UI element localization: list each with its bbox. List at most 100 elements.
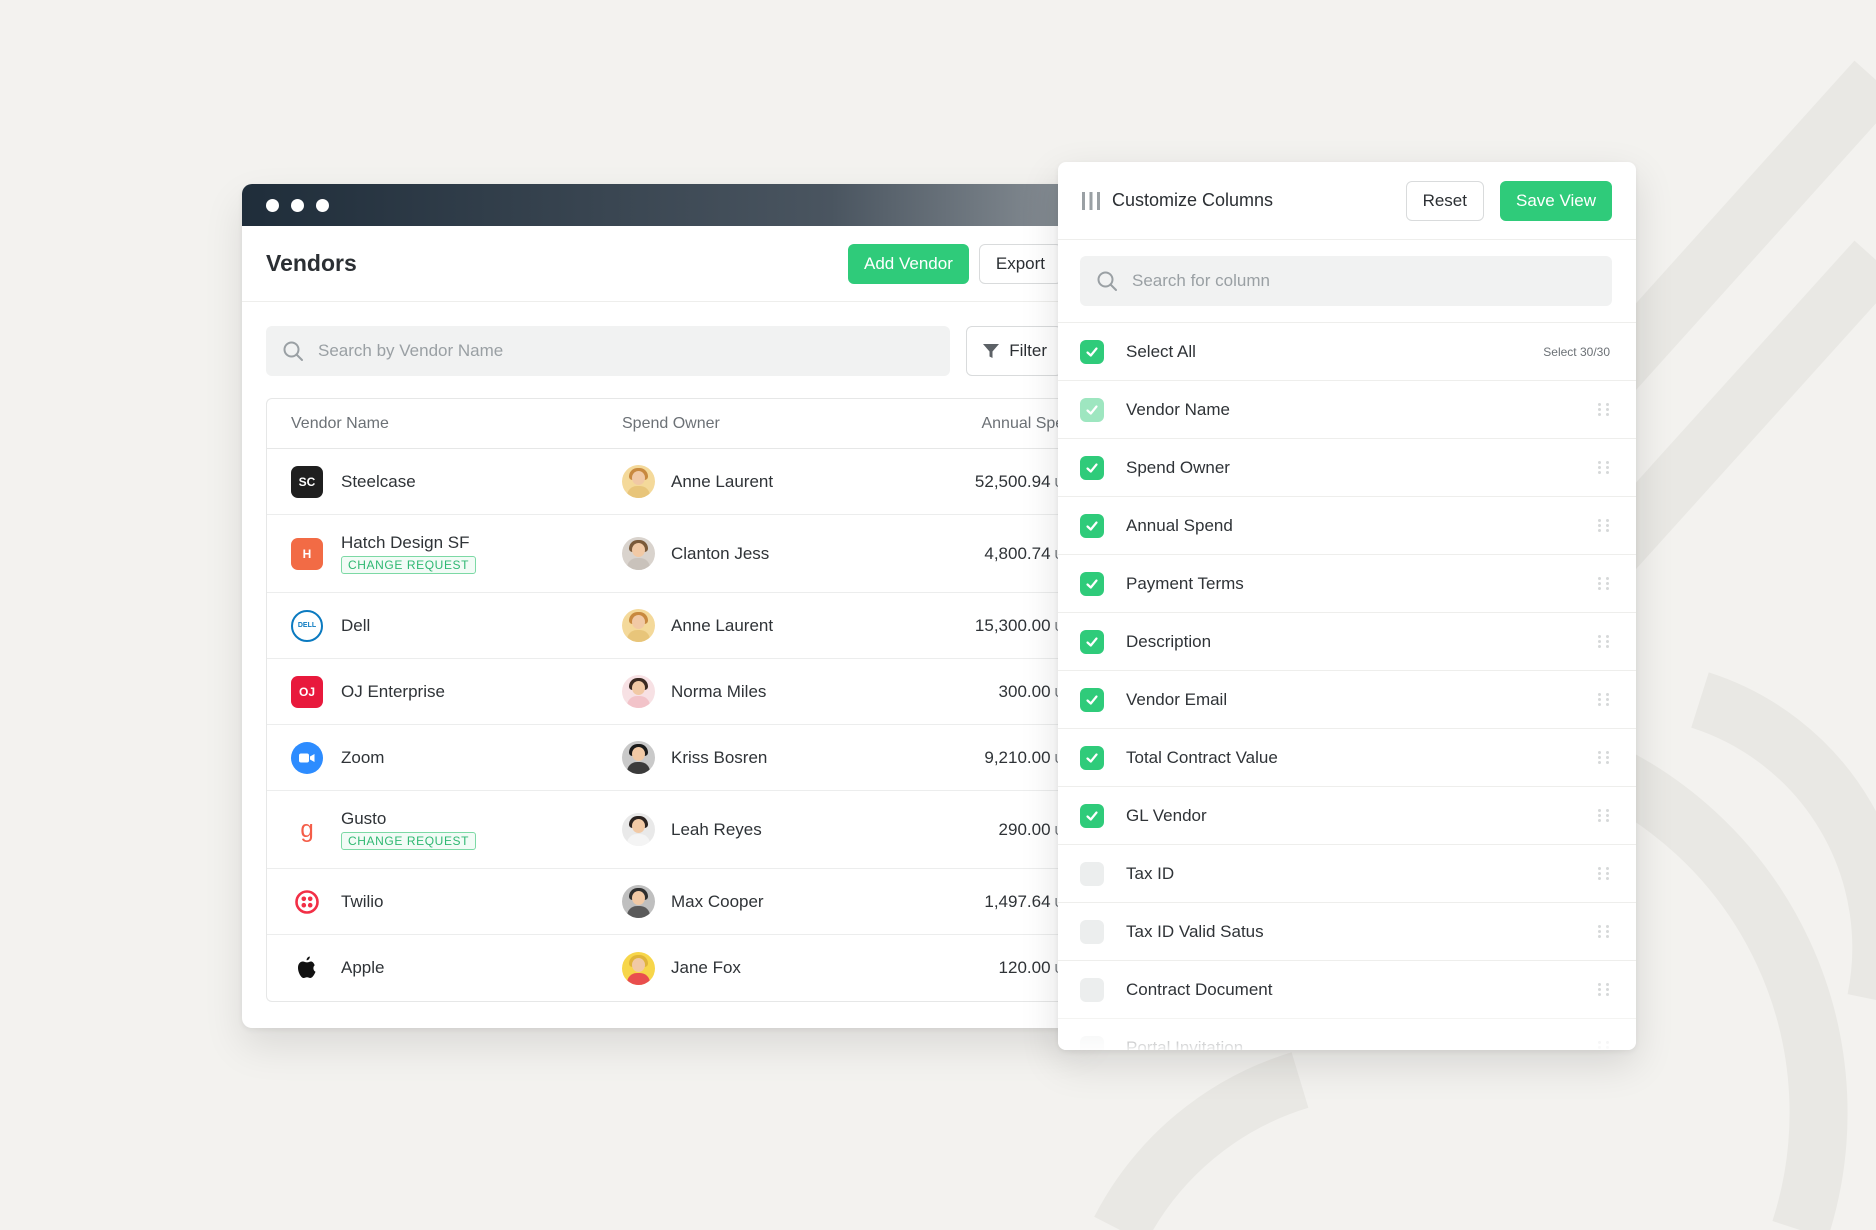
column-header-vendor-name[interactable]: Vendor Name xyxy=(267,415,622,433)
owner-cell: Clanton Jess xyxy=(622,537,862,570)
vendor-cell: Twilio xyxy=(267,885,622,918)
column-checkbox[interactable] xyxy=(1080,571,1104,596)
vendor-search-input[interactable]: Search by Vendor Name xyxy=(266,326,951,376)
avatar xyxy=(622,537,655,570)
column-option-label: Annual Spend xyxy=(1126,515,1233,535)
spend-cell: 15,300.00USD xyxy=(862,616,1084,636)
avatar xyxy=(622,675,655,708)
table-row[interactable]: SC Steelcase Anne Laurent 52,500.94USD xyxy=(267,449,1084,515)
vendor-name[interactable]: OJ Enterprise xyxy=(341,682,445,702)
window-dot-maximize[interactable] xyxy=(316,198,329,212)
drag-handle-icon[interactable] xyxy=(1598,807,1610,825)
logo-text: SC xyxy=(298,474,316,489)
drag-handle-icon[interactable] xyxy=(1598,517,1610,535)
drag-handle-icon[interactable] xyxy=(1598,865,1610,883)
table-row[interactable]: g Gusto CHANGE REQUEST Leah Reyes 290.00… xyxy=(267,791,1084,869)
filter-label: Filter xyxy=(1009,341,1047,360)
vendor-name[interactable]: Dell xyxy=(341,616,370,636)
drag-handle-icon[interactable] xyxy=(1598,575,1610,593)
search-icon xyxy=(283,341,303,361)
column-checkbox[interactable] xyxy=(1080,861,1104,886)
column-checkbox[interactable] xyxy=(1080,977,1104,1002)
table-row[interactable]: OJ OJ Enterprise Norma Miles 300.00USD xyxy=(267,659,1084,725)
vendor-name[interactable]: Twilio xyxy=(341,892,384,912)
drag-handle-icon[interactable] xyxy=(1598,749,1610,767)
table-row[interactable]: Apple Jane Fox 120.00USD xyxy=(267,935,1084,1001)
column-checkbox[interactable] xyxy=(1080,687,1104,712)
window-dot-minimize[interactable] xyxy=(291,198,304,212)
spend-cell: 4,800.74USD xyxy=(862,544,1084,564)
owner-name: Max Cooper xyxy=(671,891,764,911)
owner-name: Kriss Bosren xyxy=(671,747,768,767)
select-all-checkbox[interactable] xyxy=(1080,339,1104,364)
check-icon xyxy=(1086,810,1098,821)
vendor-name[interactable]: Gusto xyxy=(341,809,476,829)
column-option-label: Contract Document xyxy=(1126,979,1273,999)
column-option-row[interactable]: Vendor Name xyxy=(1058,381,1636,439)
oj-enterprise-logo-icon: OJ xyxy=(291,675,323,708)
column-option-row[interactable]: Tax ID Valid Satus xyxy=(1058,903,1636,961)
add-vendor-button[interactable]: Add Vendor xyxy=(848,243,969,284)
dell-logo-icon: DELL xyxy=(291,609,323,642)
select-all-row[interactable]: Select All Select 30/30 xyxy=(1058,323,1636,381)
table-row[interactable]: H Hatch Design SF CHANGE REQUEST Clanton… xyxy=(267,515,1084,593)
vendor-name[interactable]: Apple xyxy=(341,958,384,978)
column-header-spend-owner[interactable]: Spend Owner xyxy=(622,415,862,433)
column-header-annual-spend[interactable]: Annual Spend xyxy=(862,415,1084,433)
column-option-label: GL Vendor xyxy=(1126,805,1207,825)
save-view-button[interactable]: Save View xyxy=(1499,180,1612,221)
hatch-logo-icon: H xyxy=(291,537,323,570)
column-checkbox[interactable] xyxy=(1080,745,1104,770)
vendor-name[interactable]: Steelcase xyxy=(341,472,416,492)
owner-name: Norma Miles xyxy=(671,681,767,701)
column-option-row[interactable]: Tax ID xyxy=(1058,845,1636,903)
table-row[interactable]: DELL Dell Anne Laurent 15,300.00USD xyxy=(267,593,1084,659)
column-checkbox[interactable] xyxy=(1080,629,1104,654)
scroll-fade xyxy=(1058,1000,1636,1050)
column-checkbox[interactable] xyxy=(1080,803,1104,828)
owner-name: Jane Fox xyxy=(671,958,741,977)
logo-text: H xyxy=(302,546,312,561)
column-checkbox[interactable] xyxy=(1080,919,1104,944)
column-option-row[interactable]: GL Vendor xyxy=(1058,787,1636,845)
column-option-row[interactable]: Payment Terms xyxy=(1058,555,1636,613)
column-search-input[interactable]: Search for column xyxy=(1080,256,1612,306)
vendor-cell: H Hatch Design SF CHANGE REQUEST xyxy=(267,533,622,574)
column-option-row[interactable]: Total Contract Value xyxy=(1058,729,1636,787)
owner-name: Clanton Jess xyxy=(671,543,770,563)
customize-columns-panel: Customize Columns Reset Save View Search… xyxy=(1058,162,1636,1050)
drag-handle-icon[interactable] xyxy=(1598,981,1610,999)
search-icon xyxy=(1097,271,1117,291)
vendor-search-placeholder: Search by Vendor Name xyxy=(318,341,504,360)
export-button[interactable]: Export xyxy=(978,243,1062,284)
vendors-table: Vendor Name Spend Owner Annual Spend SC … xyxy=(266,398,1084,1002)
column-checkbox[interactable] xyxy=(1080,513,1104,538)
drag-handle-icon[interactable] xyxy=(1598,691,1610,709)
check-icon xyxy=(1086,462,1098,473)
vendor-cell: Apple xyxy=(267,952,622,984)
check-icon xyxy=(1086,636,1098,647)
reset-button[interactable]: Reset xyxy=(1405,180,1484,221)
table-row[interactable]: Zoom Kriss Bosren 9,210.00USD xyxy=(267,725,1084,791)
check-icon xyxy=(1086,694,1098,705)
drag-handle-icon[interactable] xyxy=(1598,401,1610,419)
owner-cell: Max Cooper xyxy=(622,885,862,918)
drag-handle-icon[interactable] xyxy=(1598,923,1610,941)
column-checkbox[interactable] xyxy=(1080,397,1104,422)
drag-handle-icon[interactable] xyxy=(1598,633,1610,651)
avatar xyxy=(622,951,655,985)
column-option-row[interactable]: Spend Owner xyxy=(1058,439,1636,497)
spend-amount: 300.00 xyxy=(998,681,1051,701)
column-option-row[interactable]: Description xyxy=(1058,613,1636,671)
column-checkbox[interactable] xyxy=(1080,455,1104,480)
column-option-row[interactable]: Annual Spend xyxy=(1058,497,1636,555)
table-row[interactable]: Twilio Max Cooper 1,497.64USD xyxy=(267,869,1084,935)
column-option-row[interactable]: Vendor Email xyxy=(1058,671,1636,729)
vendor-name[interactable]: Zoom xyxy=(341,748,384,768)
filter-button[interactable]: Filter xyxy=(966,326,1062,376)
vendor-name[interactable]: Hatch Design SF xyxy=(341,533,476,553)
window-dot-close[interactable] xyxy=(266,198,279,212)
drag-handle-icon[interactable] xyxy=(1598,459,1610,477)
spend-amount: 9,210.00 xyxy=(984,747,1051,767)
logo-text: DELL xyxy=(297,622,317,629)
